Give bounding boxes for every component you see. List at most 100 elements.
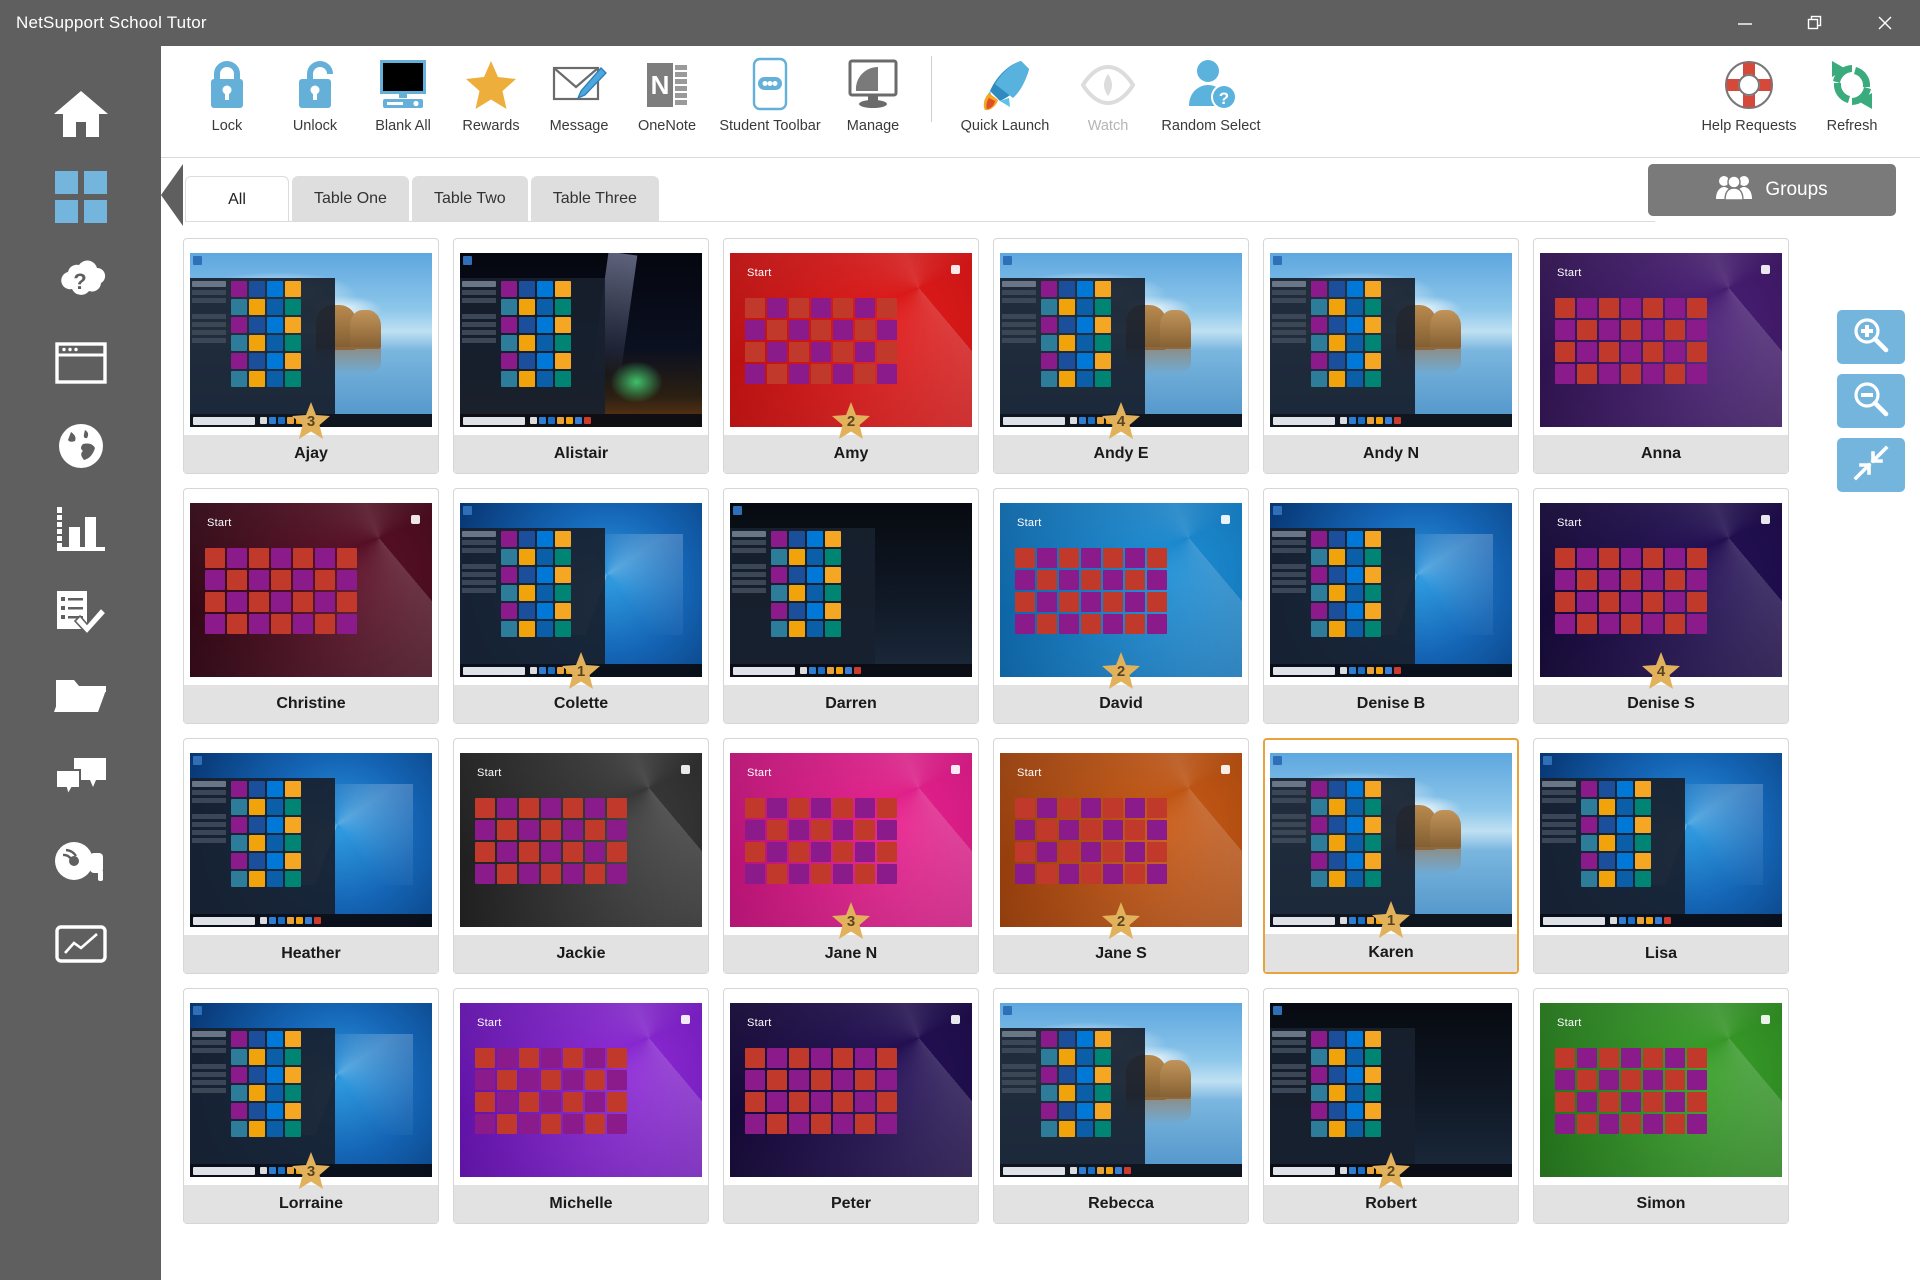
student-screen-thumbnail[interactable]: Start: [190, 503, 432, 677]
toolbar-label: Lock: [212, 118, 243, 134]
toolbar-button-blank-all[interactable]: Blank All: [359, 46, 447, 150]
toolbar-label: OneNote: [638, 118, 696, 134]
sidebar-item-chat[interactable]: [0, 736, 161, 819]
student-card[interactable]: Start2David: [993, 488, 1249, 724]
rocket-icon: [977, 54, 1033, 116]
toolbar-button-lock[interactable]: Lock: [183, 46, 271, 150]
toolbar-button-manage[interactable]: Manage: [829, 46, 917, 150]
toolbar-label: Random Select: [1161, 118, 1260, 134]
toolbar-label: Unlock: [293, 118, 337, 134]
sidebar-item-survey[interactable]: [0, 570, 161, 653]
toolbar-button-rewards[interactable]: Rewards: [447, 46, 535, 150]
sidebar-item-testing[interactable]: [0, 487, 161, 570]
student-card[interactable]: 3Ajay: [183, 238, 439, 474]
sidebar-item-audio[interactable]: [0, 819, 161, 902]
zoom-in-button[interactable]: [1837, 310, 1905, 364]
student-card[interactable]: Darren: [723, 488, 979, 724]
sidebar-item-monitor[interactable]: [0, 902, 161, 985]
tab-table-one[interactable]: Table One: [292, 176, 409, 222]
student-name: Jackie: [454, 935, 708, 973]
main-toolbar: Lock Unlock: [161, 46, 1920, 158]
toolbar-button-message[interactable]: Message: [535, 46, 623, 150]
toolbar-label: Help Requests: [1701, 118, 1796, 134]
reward-star-badge: 3: [830, 901, 872, 943]
toolbar-button-student-toolbar[interactable]: Student Toolbar: [711, 46, 829, 150]
grid-icon: [55, 171, 107, 223]
sidebar-item-applications[interactable]: [0, 321, 161, 404]
student-screen-thumbnail[interactable]: [1000, 1003, 1242, 1177]
left-sidebar: ?: [0, 46, 161, 1280]
reward-count: 2: [830, 413, 872, 430]
student-name: Rebecca: [994, 1185, 1248, 1223]
student-screen-thumbnail[interactable]: Start: [1540, 253, 1782, 427]
toolbar-button-onenote[interactable]: N OneNote: [623, 46, 711, 150]
toolbar-label: Quick Launch: [961, 118, 1050, 134]
student-card[interactable]: StartAnna: [1533, 238, 1789, 474]
toolbar-button-help-requests[interactable]: Help Requests: [1690, 46, 1808, 150]
student-screen-thumbnail[interactable]: [1270, 503, 1512, 677]
student-card[interactable]: Rebecca: [993, 988, 1249, 1224]
student-card[interactable]: Heather: [183, 738, 439, 974]
close-button[interactable]: [1850, 0, 1920, 46]
student-card[interactable]: Start4Denise S: [1533, 488, 1789, 724]
collapse-sidebar-chevron-icon[interactable]: [161, 164, 185, 231]
student-card[interactable]: StartPeter: [723, 988, 979, 1224]
student-card[interactable]: 3Lorraine: [183, 988, 439, 1224]
minimize-button[interactable]: [1710, 0, 1780, 46]
student-screen-thumbnail[interactable]: [460, 253, 702, 427]
folder-icon: [54, 674, 108, 716]
toolbar-button-random-select[interactable]: ? Random Select: [1152, 46, 1270, 150]
student-card[interactable]: 2Robert: [1263, 988, 1519, 1224]
student-screen-thumbnail[interactable]: Start: [460, 1003, 702, 1177]
groups-button[interactable]: Groups: [1648, 164, 1896, 216]
student-card[interactable]: Denise B: [1263, 488, 1519, 724]
sidebar-item-question-and-answer[interactable]: ?: [0, 238, 161, 321]
student-screen-thumbnail[interactable]: [1270, 253, 1512, 427]
toolbar-button-unlock[interactable]: Unlock: [271, 46, 359, 150]
tab-table-two[interactable]: Table Two: [412, 176, 528, 222]
student-screen-thumbnail[interactable]: Start: [460, 753, 702, 927]
onenote-icon: N: [641, 54, 693, 116]
fit-to-window-button[interactable]: [1837, 438, 1905, 492]
student-card[interactable]: StartChristine: [183, 488, 439, 724]
app-title: NetSupport School Tutor: [0, 13, 207, 33]
student-screen-thumbnail[interactable]: Start: [730, 1003, 972, 1177]
sidebar-item-students[interactable]: [0, 155, 161, 238]
svg-text:?: ?: [1219, 89, 1229, 108]
student-screen-thumbnail[interactable]: [730, 503, 972, 677]
student-card[interactable]: Start2Jane S: [993, 738, 1249, 974]
student-screen-thumbnail[interactable]: [190, 753, 432, 927]
zoom-out-button[interactable]: [1837, 374, 1905, 428]
student-screen-thumbnail[interactable]: Start: [1540, 1003, 1782, 1177]
student-card[interactable]: Start3Jane N: [723, 738, 979, 974]
student-card[interactable]: StartMichelle: [453, 988, 709, 1224]
refresh-icon: [1826, 54, 1878, 116]
student-name: Simon: [1534, 1185, 1788, 1223]
restore-button[interactable]: [1780, 0, 1850, 46]
student-card[interactable]: Start Simon: [1533, 988, 1789, 1224]
student-name: Heather: [184, 935, 438, 973]
student-card[interactable]: 1Karen: [1263, 738, 1519, 974]
toolbar-button-quick-launch[interactable]: Quick Launch: [946, 46, 1064, 150]
sidebar-item-internet[interactable]: [0, 404, 161, 487]
tab-all[interactable]: All: [185, 176, 289, 222]
student-card[interactable]: Start Jackie: [453, 738, 709, 974]
toolbar-button-refresh[interactable]: Refresh: [1808, 46, 1896, 150]
sidebar-item-file-transfer[interactable]: [0, 653, 161, 736]
tab-table-three[interactable]: Table Three: [531, 176, 659, 222]
student-card[interactable]: 4Andy E: [993, 238, 1249, 474]
student-card[interactable]: 1Colette: [453, 488, 709, 724]
reward-star-badge: 2: [1370, 1151, 1412, 1193]
reward-star-badge: 3: [290, 401, 332, 443]
toolbar-label: Blank All: [375, 118, 431, 134]
window-titlebar: NetSupport School Tutor: [0, 0, 1920, 46]
groups-button-label: Groups: [1765, 179, 1827, 201]
student-card[interactable]: Andy N: [1263, 238, 1519, 474]
sidebar-item-home[interactable]: [0, 72, 161, 155]
student-card[interactable]: Lisa: [1533, 738, 1789, 974]
student-card[interactable]: Start2Amy: [723, 238, 979, 474]
toolbar-label: Refresh: [1827, 118, 1878, 134]
student-card[interactable]: Alistair: [453, 238, 709, 474]
toolbar-button-watch[interactable]: Watch: [1064, 46, 1152, 150]
student-screen-thumbnail[interactable]: [1540, 753, 1782, 927]
